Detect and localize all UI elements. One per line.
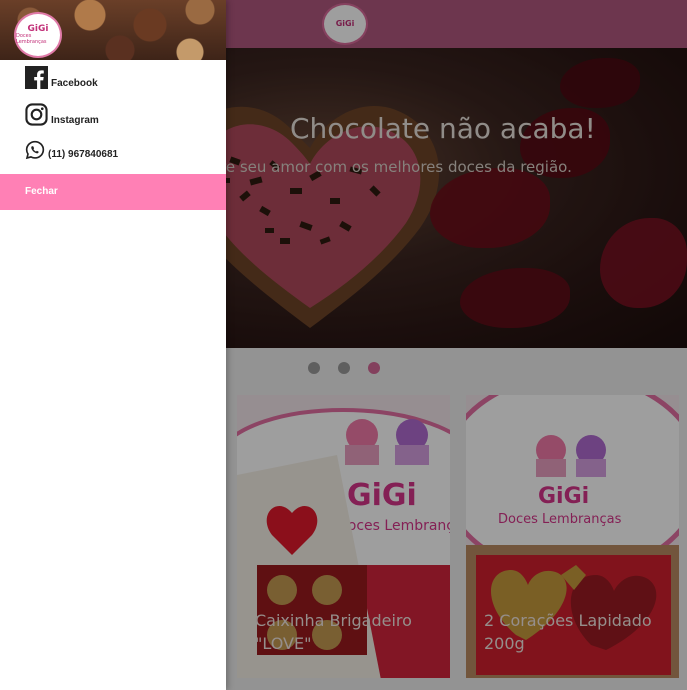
instagram-icon	[25, 103, 48, 126]
drawer-logo[interactable]: GiGi Doces Lembranças	[14, 12, 62, 58]
drawer-link-label: Facebook	[51, 78, 98, 89]
drawer-link-facebook[interactable]: Facebook	[25, 66, 98, 89]
facebook-icon	[25, 66, 48, 89]
drawer-link-label: (11) 967840681	[48, 149, 119, 160]
close-drawer-label: Fechar	[25, 186, 58, 197]
drawer-header-image: GiGi Doces Lembranças	[0, 0, 226, 60]
drawer-link-instagram[interactable]: Instagram	[25, 103, 99, 126]
page: GiGi Chocolate não acaba! re seu amor co…	[0, 0, 687, 690]
drawer-link-label: Instagram	[51, 115, 99, 126]
close-drawer-button[interactable]: Fechar	[0, 174, 226, 210]
side-drawer: GiGi Doces Lembranças Facebook Instagram	[0, 0, 226, 690]
whatsapp-icon	[25, 140, 45, 160]
drawer-logo-subtitle: Doces Lembranças	[16, 33, 47, 45]
drawer-link-whatsapp[interactable]: (11) 967840681	[25, 140, 118, 160]
